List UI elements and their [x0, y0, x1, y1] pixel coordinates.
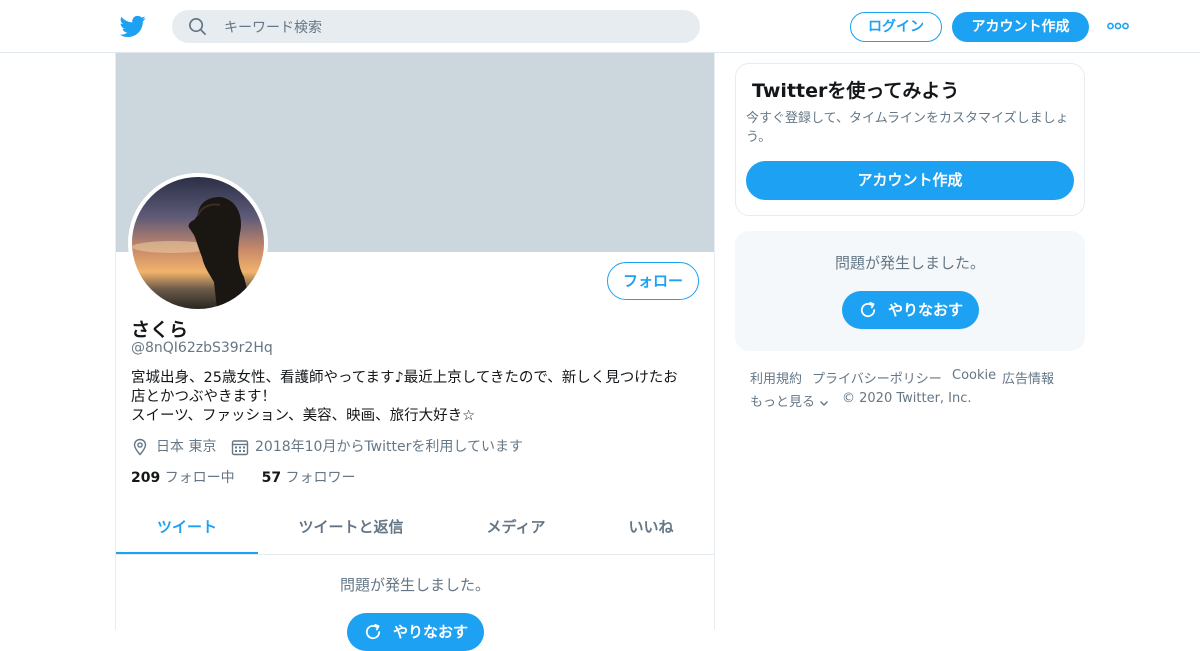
- search-box[interactable]: [172, 10, 700, 45]
- timeline-retry-button[interactable]: やりなおす: [347, 613, 484, 651]
- following-link[interactable]: 209 フォロー中: [131, 470, 235, 486]
- bio-line: 宮城出身、25歳女性、看護師やってます♪最近上京してきたので、新しく見つけたお: [131, 370, 678, 386]
- footer-link-privacy[interactable]: プライバシーポリシー: [812, 368, 942, 387]
- signup-button[interactable]: アカウント作成: [952, 12, 1089, 42]
- followers-label: フォロワー: [285, 470, 356, 486]
- retry-label: やりなおす: [888, 301, 964, 319]
- tab-media[interactable]: メディア: [444, 505, 588, 554]
- tab-tweets-replies[interactable]: ツイートと返信: [258, 505, 444, 554]
- location-icon: [133, 438, 147, 456]
- refresh-icon: [365, 623, 381, 640]
- profile-bio: 宮城出身、25歳女性、看護師やってます♪最近上京してきたので、新しく見つけたお …: [131, 369, 701, 426]
- retry-label: やりなおす: [393, 623, 469, 641]
- footer-copyright: © 2020 Twitter, Inc.: [842, 391, 972, 406]
- follow-button[interactable]: フォロー: [607, 262, 699, 300]
- footer-link-cookie[interactable]: Cookie: [952, 368, 996, 383]
- footer-link-terms[interactable]: 利用規約: [750, 368, 802, 387]
- tab-tweets[interactable]: ツイート: [116, 505, 258, 554]
- bio-line: 店とかつぶやきます！: [131, 389, 276, 405]
- top-nav: ログイン アカウント作成: [0, 0, 1200, 53]
- footer-more-label: もっと見る: [750, 395, 816, 410]
- profile-joined-date: 2018年10月からTwitterを利用しています: [255, 439, 523, 455]
- footer: 利用規約 プライバシーポリシー Cookie 広告情報 もっと見る © 2020…: [750, 368, 1080, 414]
- followers-link[interactable]: 57 フォロワー: [262, 470, 356, 486]
- display-name: さくら: [131, 319, 189, 341]
- profile-column: フォロー さくら @8nQI62zbS39r2Hq 宮城出身、25歳女性、看護師…: [115, 53, 715, 651]
- twitter-bird-icon[interactable]: [120, 13, 146, 39]
- avatar[interactable]: [128, 173, 268, 313]
- signup-card-title: Twitterを使ってみよう: [752, 80, 960, 102]
- sidebar-error-text: 問題が発生しました。: [834, 254, 985, 272]
- profile-tabs: ツイート ツイートと返信 メディア いいね: [116, 505, 714, 555]
- profile-handle: @8nQI62zbS39r2Hq: [131, 340, 273, 356]
- avatar-photo: [132, 177, 264, 309]
- followers-count: 57: [261, 470, 282, 486]
- sidebar-error-card: 問題が発生しました。 やりなおす: [735, 231, 1085, 351]
- profile-location: 日本 東京: [156, 439, 217, 455]
- footer-more-link[interactable]: もっと見る: [750, 391, 829, 410]
- refresh-icon: [860, 301, 876, 318]
- footer-link-ads[interactable]: 広告情報: [1002, 368, 1054, 387]
- following-count: 209: [131, 470, 161, 486]
- search-icon: [189, 18, 206, 35]
- profile-stats: 209 フォロー中 57 フォロワー: [131, 467, 356, 487]
- signup-card-description: 今すぐ登録して、タイムラインをカスタマイズしましょう。: [746, 111, 1069, 145]
- search-input[interactable]: [222, 10, 686, 45]
- login-button[interactable]: ログイン: [850, 12, 942, 42]
- sidebar-retry-button[interactable]: やりなおす: [842, 291, 979, 329]
- timeline-error-text: 問題が発生しました。: [339, 576, 490, 594]
- more-icon[interactable]: [1107, 20, 1129, 32]
- chevron-down-icon: [820, 401, 829, 406]
- following-label: フォロー中: [164, 470, 235, 486]
- calendar-icon: [231, 440, 249, 456]
- signup-card: Twitterを使ってみよう 今すぐ登録して、タイムラインをカスタマイズしましょ…: [735, 63, 1085, 216]
- tab-likes[interactable]: いいね: [588, 505, 714, 554]
- bio-line: スイーツ、ファッション、美容、映画、旅行大好き☆: [131, 408, 476, 424]
- signup-card-button[interactable]: アカウント作成: [746, 161, 1074, 200]
